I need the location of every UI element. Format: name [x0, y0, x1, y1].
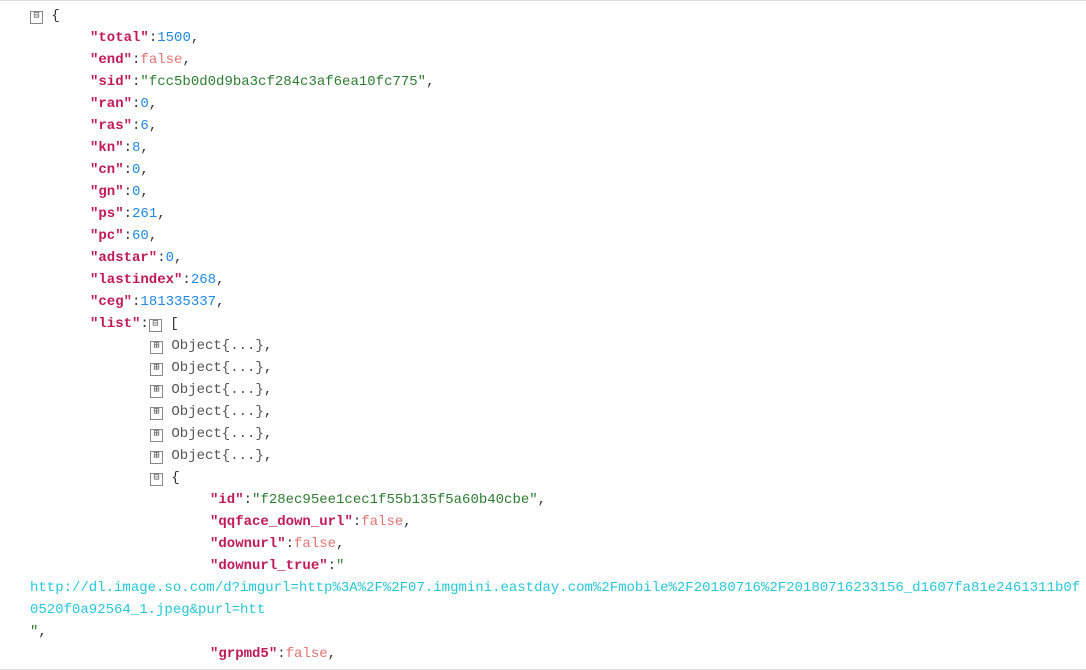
- json-viewer: ⊟ { "total":1500, "end":false, "sid":"fc…: [0, 0, 1086, 670]
- collapse-icon[interactable]: ⊟: [30, 11, 43, 24]
- expand-icon[interactable]: ⊞: [150, 341, 163, 354]
- prop-end: "end":false,: [0, 49, 1086, 71]
- collapsed-object-label: Object{...}: [163, 404, 264, 420]
- expand-icon[interactable]: ⊞: [150, 451, 163, 464]
- prop-grpmd5: "grpmd5":false,: [0, 643, 1086, 665]
- prop-ps: "ps":261,: [0, 203, 1086, 225]
- value-sid: fcc5b0d0d9ba3cf284c3af6ea10fc775: [149, 74, 418, 90]
- value-ps: 261: [132, 206, 157, 222]
- value-pc: 60: [132, 228, 149, 244]
- prop-lastindex: "lastindex":268,: [0, 269, 1086, 291]
- prop-qqface-down-url: "qqface_down_url":false,: [0, 511, 1086, 533]
- collapsed-object-label: Object{...}: [163, 360, 264, 376]
- list-item-collapsed: ⊞ Object{...},: [0, 401, 1086, 423]
- value-ran: 0: [140, 96, 148, 112]
- collapse-icon[interactable]: ⊟: [149, 319, 162, 332]
- collapse-icon[interactable]: ⊟: [150, 473, 163, 486]
- prop-adstar: "adstar":0,: [0, 247, 1086, 269]
- collapsed-object-label: Object{...}: [163, 338, 264, 354]
- prop-list: "list":⊟ [: [0, 313, 1086, 335]
- prop-gn: "gn":0,: [0, 181, 1086, 203]
- prop-ras: "ras":6,: [0, 115, 1086, 137]
- expand-icon[interactable]: ⊞: [150, 429, 163, 442]
- value-downurl-true: http://dl.image.so.com/d?imgurl=http%3A%…: [0, 577, 1086, 621]
- value-ras: 6: [140, 118, 148, 134]
- value-end: false: [140, 52, 182, 68]
- list-item-collapsed: ⊞ Object{...},: [0, 423, 1086, 445]
- list-item-collapsed: ⊞ Object{...},: [0, 379, 1086, 401]
- value-ceg: 181335337: [140, 294, 216, 310]
- value-qqface-down-url: false: [361, 514, 403, 530]
- expand-icon[interactable]: ⊞: [150, 407, 163, 420]
- collapsed-object-label: Object{...}: [163, 382, 264, 398]
- prop-kn: "kn":8,: [0, 137, 1086, 159]
- list-item-collapsed: ⊞ Object{...},: [0, 445, 1086, 467]
- value-grpmd5: false: [286, 646, 328, 662]
- prop-pc: "pc":60,: [0, 225, 1086, 247]
- value-total: 1500: [157, 30, 191, 46]
- prop-downurl: "downurl":false,: [0, 533, 1086, 555]
- list-item-collapsed: ⊞ Object{...},: [0, 335, 1086, 357]
- collapsed-object-label: Object{...}: [163, 448, 264, 464]
- expand-icon[interactable]: ⊞: [150, 385, 163, 398]
- root-open: ⊟ {: [0, 5, 1086, 27]
- value-adstar: 0: [166, 250, 174, 266]
- prop-id: "id":"f28ec95ee1cec1f55b135f5a60b40cbe",: [0, 489, 1086, 511]
- expand-icon[interactable]: ⊞: [150, 363, 163, 376]
- prop-ran: "ran":0,: [0, 93, 1086, 115]
- prop-ceg: "ceg":181335337,: [0, 291, 1086, 313]
- prop-sid: "sid":"fcc5b0d0d9ba3cf284c3af6ea10fc775"…: [0, 71, 1086, 93]
- value-id: f28ec95ee1cec1f55b135f5a60b40cbe: [260, 492, 529, 508]
- downurl-true-tail: ",: [0, 621, 1086, 643]
- prop-total: "total":1500,: [0, 27, 1086, 49]
- list-item-collapsed: ⊞ Object{...},: [0, 357, 1086, 379]
- collapsed-object-label: Object{...}: [163, 426, 264, 442]
- value-downurl: false: [294, 536, 336, 552]
- prop-cn: "cn":0,: [0, 159, 1086, 181]
- list-item-open: ⊟ {: [0, 467, 1086, 489]
- value-lastindex: 268: [191, 272, 216, 288]
- prop-downurl-true-key: "downurl_true":": [0, 555, 1086, 577]
